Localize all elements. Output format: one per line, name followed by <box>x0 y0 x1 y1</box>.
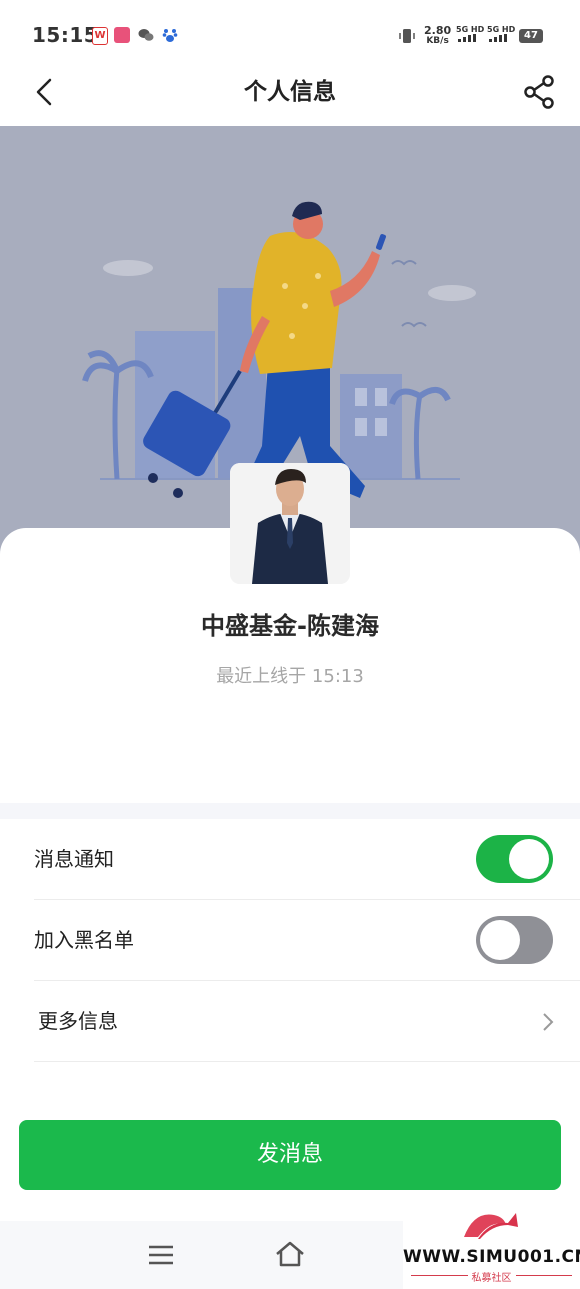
watermark-url: WWW.SIMU001.CN <box>403 1247 580 1267</box>
section-divider <box>0 803 580 819</box>
app-notification-icon: W <box>92 27 108 45</box>
blacklist-row: 加入黑名单 <box>0 900 580 981</box>
blacklist-label: 加入黑名单 <box>34 928 134 952</box>
status-time: 15:15 <box>32 23 99 47</box>
watermark-subtitle-text: 私募社区 <box>467 1273 516 1284</box>
toggle-knob <box>509 839 549 879</box>
network-2-label: 5G HD <box>487 25 516 34</box>
network-2: 5G HD <box>487 25 515 44</box>
watermark-subtitle: 私募社区 <box>403 1269 580 1284</box>
network-1: 5G HD <box>456 25 484 44</box>
more-info-label: 更多信息 <box>38 1009 118 1033</box>
vibrate-icon <box>398 27 416 49</box>
wechat-icon <box>138 27 154 43</box>
toggle-knob <box>480 920 520 960</box>
notifications-label: 消息通知 <box>34 847 114 871</box>
watermark: WWW.SIMU001.CN 私募社区 <box>403 1205 580 1289</box>
notifications-row: 消息通知 <box>0 819 580 900</box>
speed-unit: KB/s <box>426 36 449 46</box>
network-speed: 2.80 KB/s <box>424 25 451 47</box>
home-icon <box>276 1241 304 1267</box>
last-online-status: 最近上线于 15:13 <box>216 666 364 687</box>
status-bar: 15:15 W 2.80 KB/s 5G HD 5G HD 47 <box>0 0 580 66</box>
send-message-button[interactable]: 发消息 <box>19 1120 561 1190</box>
more-info-row[interactable]: 更多信息 <box>0 981 580 1062</box>
share-button[interactable] <box>520 72 560 112</box>
bilibili-icon <box>114 27 130 43</box>
blacklist-toggle[interactable] <box>476 916 553 964</box>
menu-button[interactable] <box>146 1242 176 1272</box>
signal-bars-icon <box>458 34 476 42</box>
watermark-logo-icon <box>464 1213 518 1239</box>
speed-value: 2.80 <box>424 24 452 37</box>
avatar[interactable] <box>230 463 350 584</box>
menu-icon <box>149 1245 173 1265</box>
network-1-label: 5G HD <box>456 25 485 34</box>
row-divider <box>34 1061 580 1062</box>
battery-indicator: 47 <box>519 29 543 43</box>
chevron-right-icon <box>538 1010 558 1034</box>
home-button[interactable] <box>273 1239 307 1273</box>
share-icon <box>524 75 554 109</box>
baidu-icon <box>162 27 178 43</box>
navigation-bar: 个人信息 <box>0 66 580 126</box>
notifications-toggle[interactable] <box>476 835 553 883</box>
page-title: 个人信息 <box>244 79 336 105</box>
signal-bars-icon <box>489 34 507 42</box>
profile-name: 中盛基金-陈建海 <box>201 612 379 640</box>
avatar-photo <box>230 463 350 584</box>
